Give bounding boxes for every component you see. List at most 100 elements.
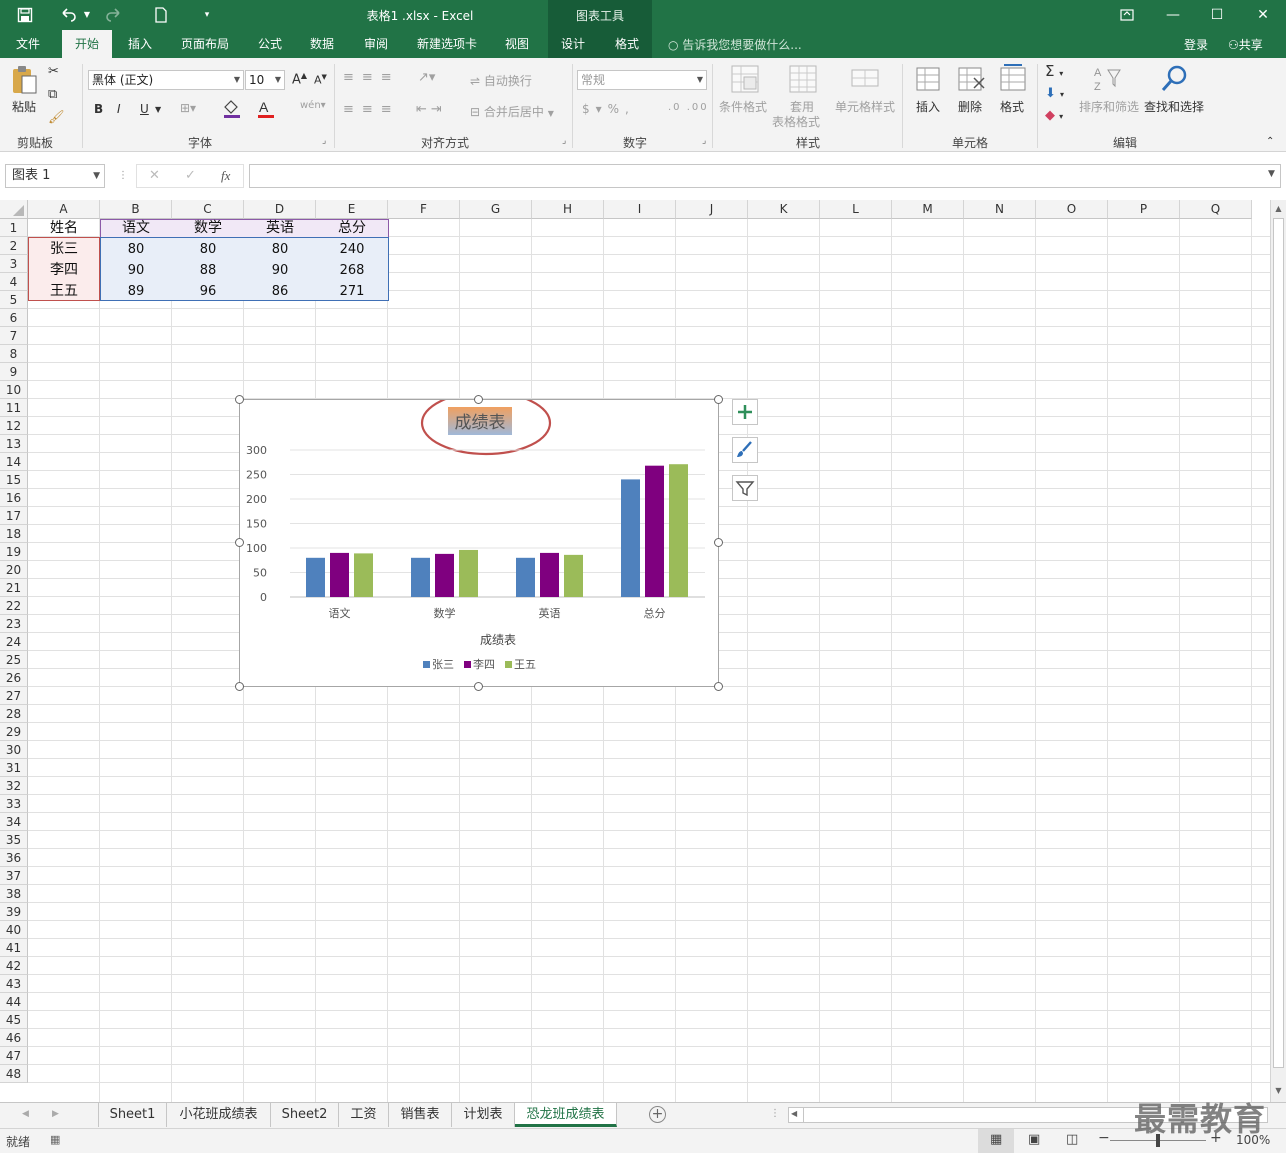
vertical-align-icons[interactable]: ≡≡≡ <box>343 70 400 85</box>
tab-view[interactable]: 视图 <box>494 30 540 58</box>
row-header[interactable]: 11 <box>0 399 28 417</box>
table-cell[interactable]: 80 <box>100 239 172 260</box>
fill-icon[interactable]: ⬇ ▾ <box>1045 86 1064 101</box>
resize-handle[interactable] <box>714 395 723 404</box>
column-header[interactable]: F <box>388 200 460 219</box>
table-header-cell[interactable]: 数学 <box>172 218 244 239</box>
next-sheet-icon[interactable]: ▶ <box>52 1109 59 1119</box>
chevron-down-icon[interactable]: ▼ <box>155 105 161 114</box>
chart-elements-button[interactable] <box>732 399 758 425</box>
fill-color-icon[interactable] <box>222 99 246 122</box>
tab-new[interactable]: 新建选项卡 <box>408 30 486 58</box>
italic-button[interactable]: I <box>117 102 121 116</box>
column-header[interactable]: C <box>172 200 244 219</box>
table-cell[interactable]: 240 <box>316 239 388 260</box>
table-cell[interactable]: 王五 <box>28 281 100 302</box>
delete-cells-label[interactable]: 删除 <box>958 98 982 115</box>
format-cells-label[interactable]: 格式 <box>1000 98 1024 115</box>
row-header[interactable]: 17 <box>0 507 28 525</box>
tab-page-layout[interactable]: 页面布局 <box>172 30 238 58</box>
page-layout-icon[interactable]: ▣ <box>1028 1132 1040 1147</box>
row-header[interactable]: 27 <box>0 687 28 705</box>
table-cell[interactable]: 89 <box>100 281 172 302</box>
collapse-ribbon-icon[interactable]: ⌃ <box>1266 136 1274 147</box>
row-header[interactable]: 3 <box>0 255 28 273</box>
row-header[interactable]: 15 <box>0 471 28 489</box>
row-header[interactable]: 38 <box>0 885 28 903</box>
table-header-cell[interactable]: 英语 <box>244 218 316 239</box>
resize-handle[interactable] <box>235 682 244 691</box>
cell-styles-icon[interactable] <box>850 64 880 94</box>
column-header[interactable]: N <box>964 200 1036 219</box>
resize-handle[interactable] <box>235 538 244 547</box>
login-link[interactable]: 登录 <box>1184 36 1208 53</box>
minimize-icon[interactable]: — <box>1150 0 1196 30</box>
dialog-launcher-icon[interactable]: ⌟ <box>562 136 566 146</box>
table-cell[interactable]: 90 <box>100 260 172 281</box>
sheet-tab-sales[interactable]: 销售表 <box>389 1103 452 1127</box>
zoom-out-icon[interactable]: − <box>1098 1130 1110 1146</box>
row-header[interactable]: 26 <box>0 669 28 687</box>
row-header[interactable]: 32 <box>0 777 28 795</box>
delete-cells-icon[interactable] <box>956 64 986 94</box>
tab-review[interactable]: 审阅 <box>354 30 398 58</box>
sheet-tab-sheet2[interactable]: Sheet2 <box>271 1103 339 1127</box>
table-cell[interactable]: 李四 <box>28 260 100 281</box>
number-format-select[interactable]: 常规 ▼ <box>577 70 707 90</box>
row-header[interactable]: 46 <box>0 1029 28 1047</box>
tab-data[interactable]: 数据 <box>300 30 344 58</box>
table-cell[interactable]: 90 <box>244 260 316 281</box>
row-header[interactable]: 20 <box>0 561 28 579</box>
paste-icon[interactable] <box>10 64 40 94</box>
clear-icon[interactable]: ◆ ▾ <box>1045 108 1063 123</box>
row-header[interactable]: 25 <box>0 651 28 669</box>
column-header[interactable]: D <box>244 200 316 219</box>
row-header[interactable]: 31 <box>0 759 28 777</box>
table-header-cell[interactable]: 总分 <box>316 218 388 239</box>
row-header[interactable]: 35 <box>0 831 28 849</box>
tab-home[interactable]: 开始 <box>62 30 112 58</box>
table-cell[interactable]: 张三 <box>28 239 100 260</box>
column-header[interactable]: O <box>1036 200 1108 219</box>
row-header[interactable]: 34 <box>0 813 28 831</box>
row-header[interactable]: 39 <box>0 903 28 921</box>
save-icon[interactable] <box>14 4 36 26</box>
resize-handle[interactable] <box>235 395 244 404</box>
row-header[interactable]: 37 <box>0 867 28 885</box>
conditional-format-icon[interactable] <box>730 64 760 94</box>
table-cell[interactable]: 80 <box>172 239 244 260</box>
sheet-tab-plan[interactable]: 计划表 <box>452 1103 515 1127</box>
normal-view-button[interactable]: ▦ <box>978 1129 1014 1153</box>
row-header[interactable]: 10 <box>0 381 28 399</box>
table-header-cell[interactable]: 语文 <box>100 218 172 239</box>
column-header[interactable]: E <box>316 200 388 219</box>
sort-filter-icon[interactable]: AZ <box>1092 64 1122 94</box>
conditional-format-label[interactable]: 条件格式 <box>719 98 767 115</box>
bold-button[interactable]: B <box>94 102 103 116</box>
row-header[interactable]: 5 <box>0 291 28 309</box>
column-header[interactable]: H <box>532 200 604 219</box>
add-sheet-icon[interactable]: + <box>649 1106 666 1123</box>
row-header[interactable]: 40 <box>0 921 28 939</box>
column-header[interactable]: L <box>820 200 892 219</box>
table-cell[interactable]: 80 <box>244 239 316 260</box>
vertical-scrollbar[interactable]: ▲ ▼ <box>1270 200 1286 1102</box>
maximize-icon[interactable]: ☐ <box>1194 0 1240 30</box>
resize-handle[interactable] <box>474 682 483 691</box>
orientation-icon[interactable]: ↗▾ <box>418 70 435 85</box>
sheet-tab-konglong[interactable]: 恐龙班成绩表 <box>515 1103 617 1127</box>
find-select-icon[interactable] <box>1160 64 1190 94</box>
close-icon[interactable]: ✕ <box>1240 0 1286 30</box>
row-header[interactable]: 48 <box>0 1065 28 1083</box>
more-dots-icon[interactable]: ⋮ <box>118 170 128 181</box>
row-header[interactable]: 28 <box>0 705 28 723</box>
tab-formulas[interactable]: 公式 <box>248 30 292 58</box>
row-header[interactable]: 6 <box>0 309 28 327</box>
row-header[interactable]: 9 <box>0 363 28 381</box>
tab-format[interactable]: 格式 <box>602 30 652 58</box>
row-header[interactable]: 41 <box>0 939 28 957</box>
sheet-tab-salary[interactable]: 工资 <box>339 1103 389 1127</box>
row-header[interactable]: 23 <box>0 615 28 633</box>
column-header[interactable]: I <box>604 200 676 219</box>
number-format-icons[interactable]: $▾%, <box>582 102 635 116</box>
